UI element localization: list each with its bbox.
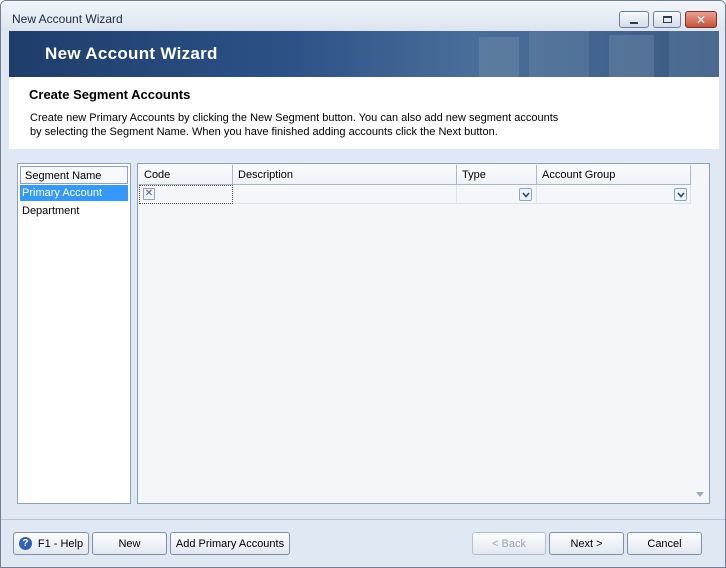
accounts-grid: Code Description Type Account Group ✕ xyxy=(137,163,710,504)
account-group-cell[interactable] xyxy=(537,185,691,204)
maximize-button[interactable] xyxy=(653,11,681,28)
chevron-down-icon xyxy=(521,191,530,198)
banner-title: New Account Wizard xyxy=(45,44,218,63)
segment-list-header: Segment Name xyxy=(20,166,128,184)
segment-list: Segment Name Primary Account Department xyxy=(17,163,131,504)
minimize-icon xyxy=(630,21,638,24)
help-button-label: F1 - Help xyxy=(37,537,84,550)
vertical-scrollbar[interactable] xyxy=(692,185,708,502)
banner-graphic xyxy=(669,31,719,77)
column-header-description[interactable]: Description xyxy=(233,165,457,185)
type-cell[interactable] xyxy=(457,185,537,204)
back-button[interactable]: < Back xyxy=(472,532,546,555)
banner-graphic xyxy=(609,35,654,77)
banner-graphic xyxy=(479,37,519,77)
page-description: Create new Primary Accounts by clicking … xyxy=(30,112,559,138)
new-button[interactable]: New xyxy=(92,532,167,555)
button-bar: ? F1 - Help New Add Primary Accounts < B… xyxy=(1,519,725,567)
header-panel: Create Segment Accounts Create new Prima… xyxy=(9,77,719,149)
column-header-account-group[interactable]: Account Group xyxy=(537,165,691,185)
window-title: New Account Wizard xyxy=(12,12,123,26)
chevron-down-icon xyxy=(676,191,685,198)
banner-graphic xyxy=(529,31,589,77)
close-button[interactable]: ✕ xyxy=(685,11,717,28)
help-icon: ? xyxy=(18,537,32,550)
segment-item-primary-account[interactable]: Primary Account xyxy=(20,185,128,201)
add-primary-accounts-button[interactable]: Add Primary Accounts xyxy=(170,532,290,555)
column-header-type[interactable]: Type xyxy=(457,165,537,185)
cancel-button[interactable]: Cancel xyxy=(627,532,702,555)
type-dropdown-button[interactable] xyxy=(519,188,532,201)
wizard-window: New Account Wizard ✕ New Account Wizard … xyxy=(0,0,726,568)
segment-item-department[interactable]: Department xyxy=(20,203,128,219)
page-heading: Create Segment Accounts xyxy=(29,87,191,102)
maximize-icon xyxy=(662,16,672,23)
code-cell[interactable]: ✕ xyxy=(139,185,233,204)
close-icon: ✕ xyxy=(695,12,707,27)
account-group-dropdown-button[interactable] xyxy=(674,188,687,201)
wizard-banner: New Account Wizard xyxy=(9,31,719,77)
title-bar[interactable]: New Account Wizard ✕ xyxy=(1,1,725,31)
scroll-down-icon[interactable] xyxy=(696,492,704,498)
delete-row-icon[interactable]: ✕ xyxy=(143,188,155,200)
minimize-button[interactable] xyxy=(619,11,649,28)
help-button[interactable]: ? F1 - Help xyxy=(13,532,89,555)
description-cell[interactable] xyxy=(233,185,457,204)
column-header-code[interactable]: Code xyxy=(139,165,233,185)
next-button[interactable]: Next > xyxy=(549,532,624,555)
